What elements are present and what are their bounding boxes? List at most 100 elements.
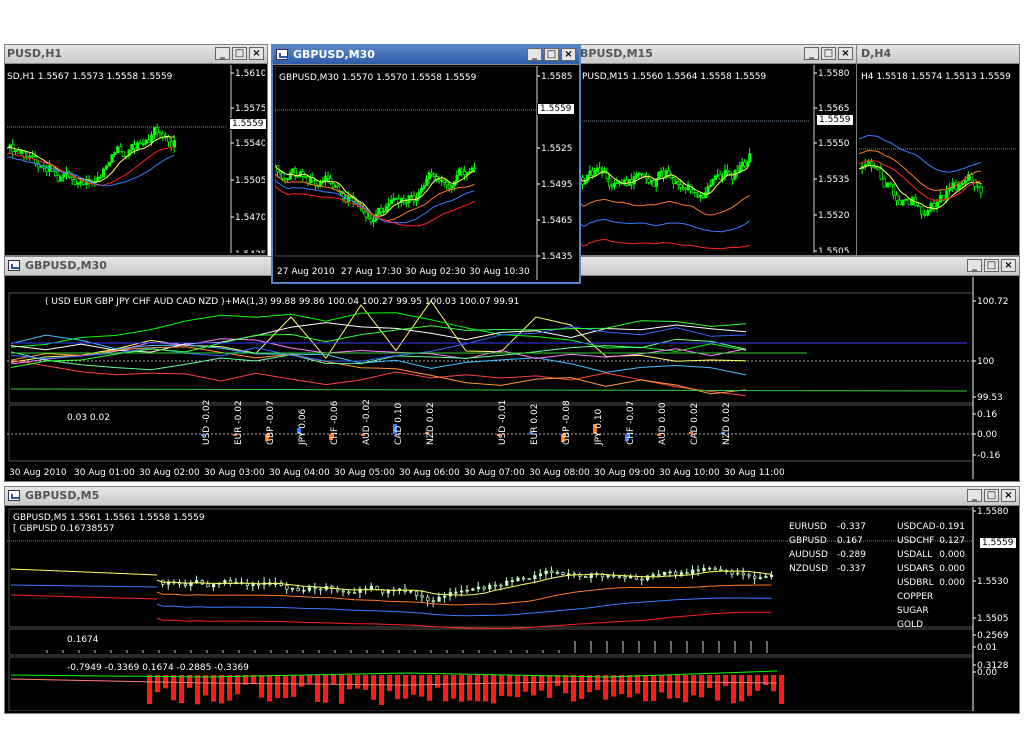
candlestick-chart-m5: 1.5580 1.5530 1.5505 EURUSD -0.337 GBPUSD 0.16… <box>7 507 1009 711</box>
window-title-h1: PUSD,H1 <box>7 47 63 60</box>
time-axis-label: 30 Aug 11:00 <box>724 468 785 478</box>
candle-body <box>352 592 357 594</box>
candle-body <box>291 168 295 174</box>
candle-body <box>364 211 368 218</box>
histogram-bar <box>155 675 160 693</box>
candle-body <box>442 179 447 183</box>
minimize-button[interactable]: _ <box>967 489 982 502</box>
candle-body <box>440 179 444 182</box>
price-plot-m15[interactable]: 1.5580 1.5565 1.5550 1.5535 1.5520 1.5505 <box>580 65 854 253</box>
candle-body <box>183 583 188 587</box>
time-axis-label: 30 Aug 10:00 <box>659 468 720 478</box>
candle-body <box>147 139 151 144</box>
candle-body <box>669 174 673 179</box>
candle-body <box>169 141 174 148</box>
strength-bar-label: AUD -0.02 <box>362 399 372 445</box>
current-price-box: 1.5559 <box>979 537 1017 549</box>
price-scale-label: 1.5525 <box>541 144 573 154</box>
candle-body <box>302 589 306 592</box>
candle-body <box>392 198 396 201</box>
candle-body <box>617 576 622 578</box>
histogram-bar <box>147 675 152 705</box>
candle-body <box>387 203 391 207</box>
close-button[interactable]: × <box>1001 259 1016 272</box>
price-plot-h4[interactable] <box>859 65 1017 253</box>
price-scale-label: 1.5535 <box>818 175 850 185</box>
currency-strength-line <box>10 334 747 376</box>
candle-body <box>28 155 32 158</box>
pair-value-left: 0.167 <box>837 536 863 546</box>
strength-bar-label: CHF -0.06 <box>330 400 340 445</box>
moving-average-line <box>156 597 772 617</box>
candle-body <box>555 572 560 574</box>
strength-bar-label: EUR -0.02 <box>234 400 244 445</box>
moving-average-line <box>275 165 475 217</box>
pair-name-left: NZDUSD <box>789 564 828 574</box>
price-plot-h1[interactable]: 1.5610 1.5575 1.5540 1.5505 1.5470 1.5435 <box>7 65 265 253</box>
candle-body <box>427 172 431 180</box>
price-scale-label: 1.5495 <box>541 180 573 190</box>
minimize-button[interactable]: _ <box>527 48 542 61</box>
candle-body <box>963 180 968 184</box>
price-plot-m5[interactable]: 1.5580 1.5530 1.5505 EURUSD -0.337 GBPUSD 0.16… <box>7 507 1017 711</box>
candle-body <box>516 577 520 581</box>
candle-body <box>144 139 148 144</box>
moving-average-line <box>580 194 750 216</box>
title-bar-m5[interactable]: GBPUSD,M5 _ □ × <box>5 487 1019 506</box>
candle-body <box>420 595 424 598</box>
close-button[interactable]: × <box>561 48 576 61</box>
minimize-button[interactable]: _ <box>215 47 230 60</box>
candle-body <box>657 171 661 180</box>
chart-window-icon <box>276 49 288 60</box>
candle-body <box>957 184 961 190</box>
candle-body <box>313 587 317 590</box>
candle-body <box>764 576 768 578</box>
chart-window-h4[interactable]: D,H4 H4 1.5518 1.5574 1.5513 1.5559 <box>856 44 1020 256</box>
candle-body <box>606 575 610 578</box>
minimize-button[interactable]: _ <box>804 47 819 60</box>
strength-bar-label: CAD 0.10 <box>394 402 404 445</box>
title-bar-m30[interactable]: GBPUSD,M30 _ □ × <box>273 46 579 65</box>
histogram-bar <box>483 675 488 702</box>
maximize-button[interactable]: □ <box>984 489 999 502</box>
price-plot-m30[interactable]: 1.55851.55551.55251.54951.54651.543527 A… <box>275 66 577 280</box>
price-scale-label: 1.5550 <box>818 139 850 149</box>
close-button[interactable]: × <box>249 47 264 60</box>
title-bar-h4[interactable]: D,H4 <box>857 45 1019 64</box>
candle-body <box>79 180 83 184</box>
chart-window-h1[interactable]: PUSD,H1 _ □ × 1.5610 1.5575 1.5540 1.5505 1.54… <box>4 44 268 256</box>
minimize-button[interactable]: _ <box>967 259 982 272</box>
candle-body <box>691 569 695 574</box>
maximize-button[interactable]: □ <box>984 259 999 272</box>
histogram-bar <box>723 675 728 687</box>
candle-body <box>73 179 77 185</box>
candle-body <box>422 185 426 189</box>
close-button[interactable]: × <box>1001 489 1016 502</box>
histogram-bar <box>691 675 696 696</box>
chart-window-m15[interactable]: BPUSD,M15 _ □ × 1.5580 1.5565 1.5550 1.5535 1.… <box>577 44 857 256</box>
title-bar-h1[interactable]: PUSD,H1 _ □ × <box>5 45 267 64</box>
candle-body <box>281 172 285 179</box>
close-button[interactable]: × <box>838 47 853 60</box>
strength-plot[interactable]: 100.72 100 99.53 0.16 0.00 -0.16 USD -0.02 EUR … <box>7 277 1017 479</box>
candle-body <box>296 176 300 178</box>
pair-value-right: -0.191 <box>936 522 965 532</box>
title-bar-m15[interactable]: BPUSD,M15 _ □ × <box>578 45 856 64</box>
maximize-button[interactable]: □ <box>232 47 247 60</box>
chart-window-m30[interactable]: GBPUSD,M30 _□× 1.55851.55551.55251.54951… <box>271 44 581 284</box>
candle-body <box>691 189 695 193</box>
maximize-button[interactable]: □ <box>544 48 559 61</box>
chart-window-m5[interactable]: GBPUSD,M5 _ □ × 1.5580 1.5530 1.5505 EURUSD -0… <box>4 486 1020 714</box>
candle-body <box>454 591 458 594</box>
pair-name-right: USDCAD <box>897 522 936 532</box>
time-axis-label: 30 Aug 02:00 <box>139 468 200 478</box>
histogram-bar <box>555 675 560 686</box>
chart-window-strength[interactable]: GBPUSD,M30 _ □ × 100.72 100 99.53 0.16 0.00 -0.… <box>4 256 1020 482</box>
maximize-button[interactable]: □ <box>821 47 836 60</box>
price-scale-label: 1.5470 <box>235 213 265 223</box>
price-scale-label: 99.53 <box>977 393 1003 403</box>
histogram-bar <box>523 675 528 692</box>
candle-body <box>206 583 210 588</box>
candle-body <box>463 171 467 176</box>
candle-body <box>867 161 871 165</box>
